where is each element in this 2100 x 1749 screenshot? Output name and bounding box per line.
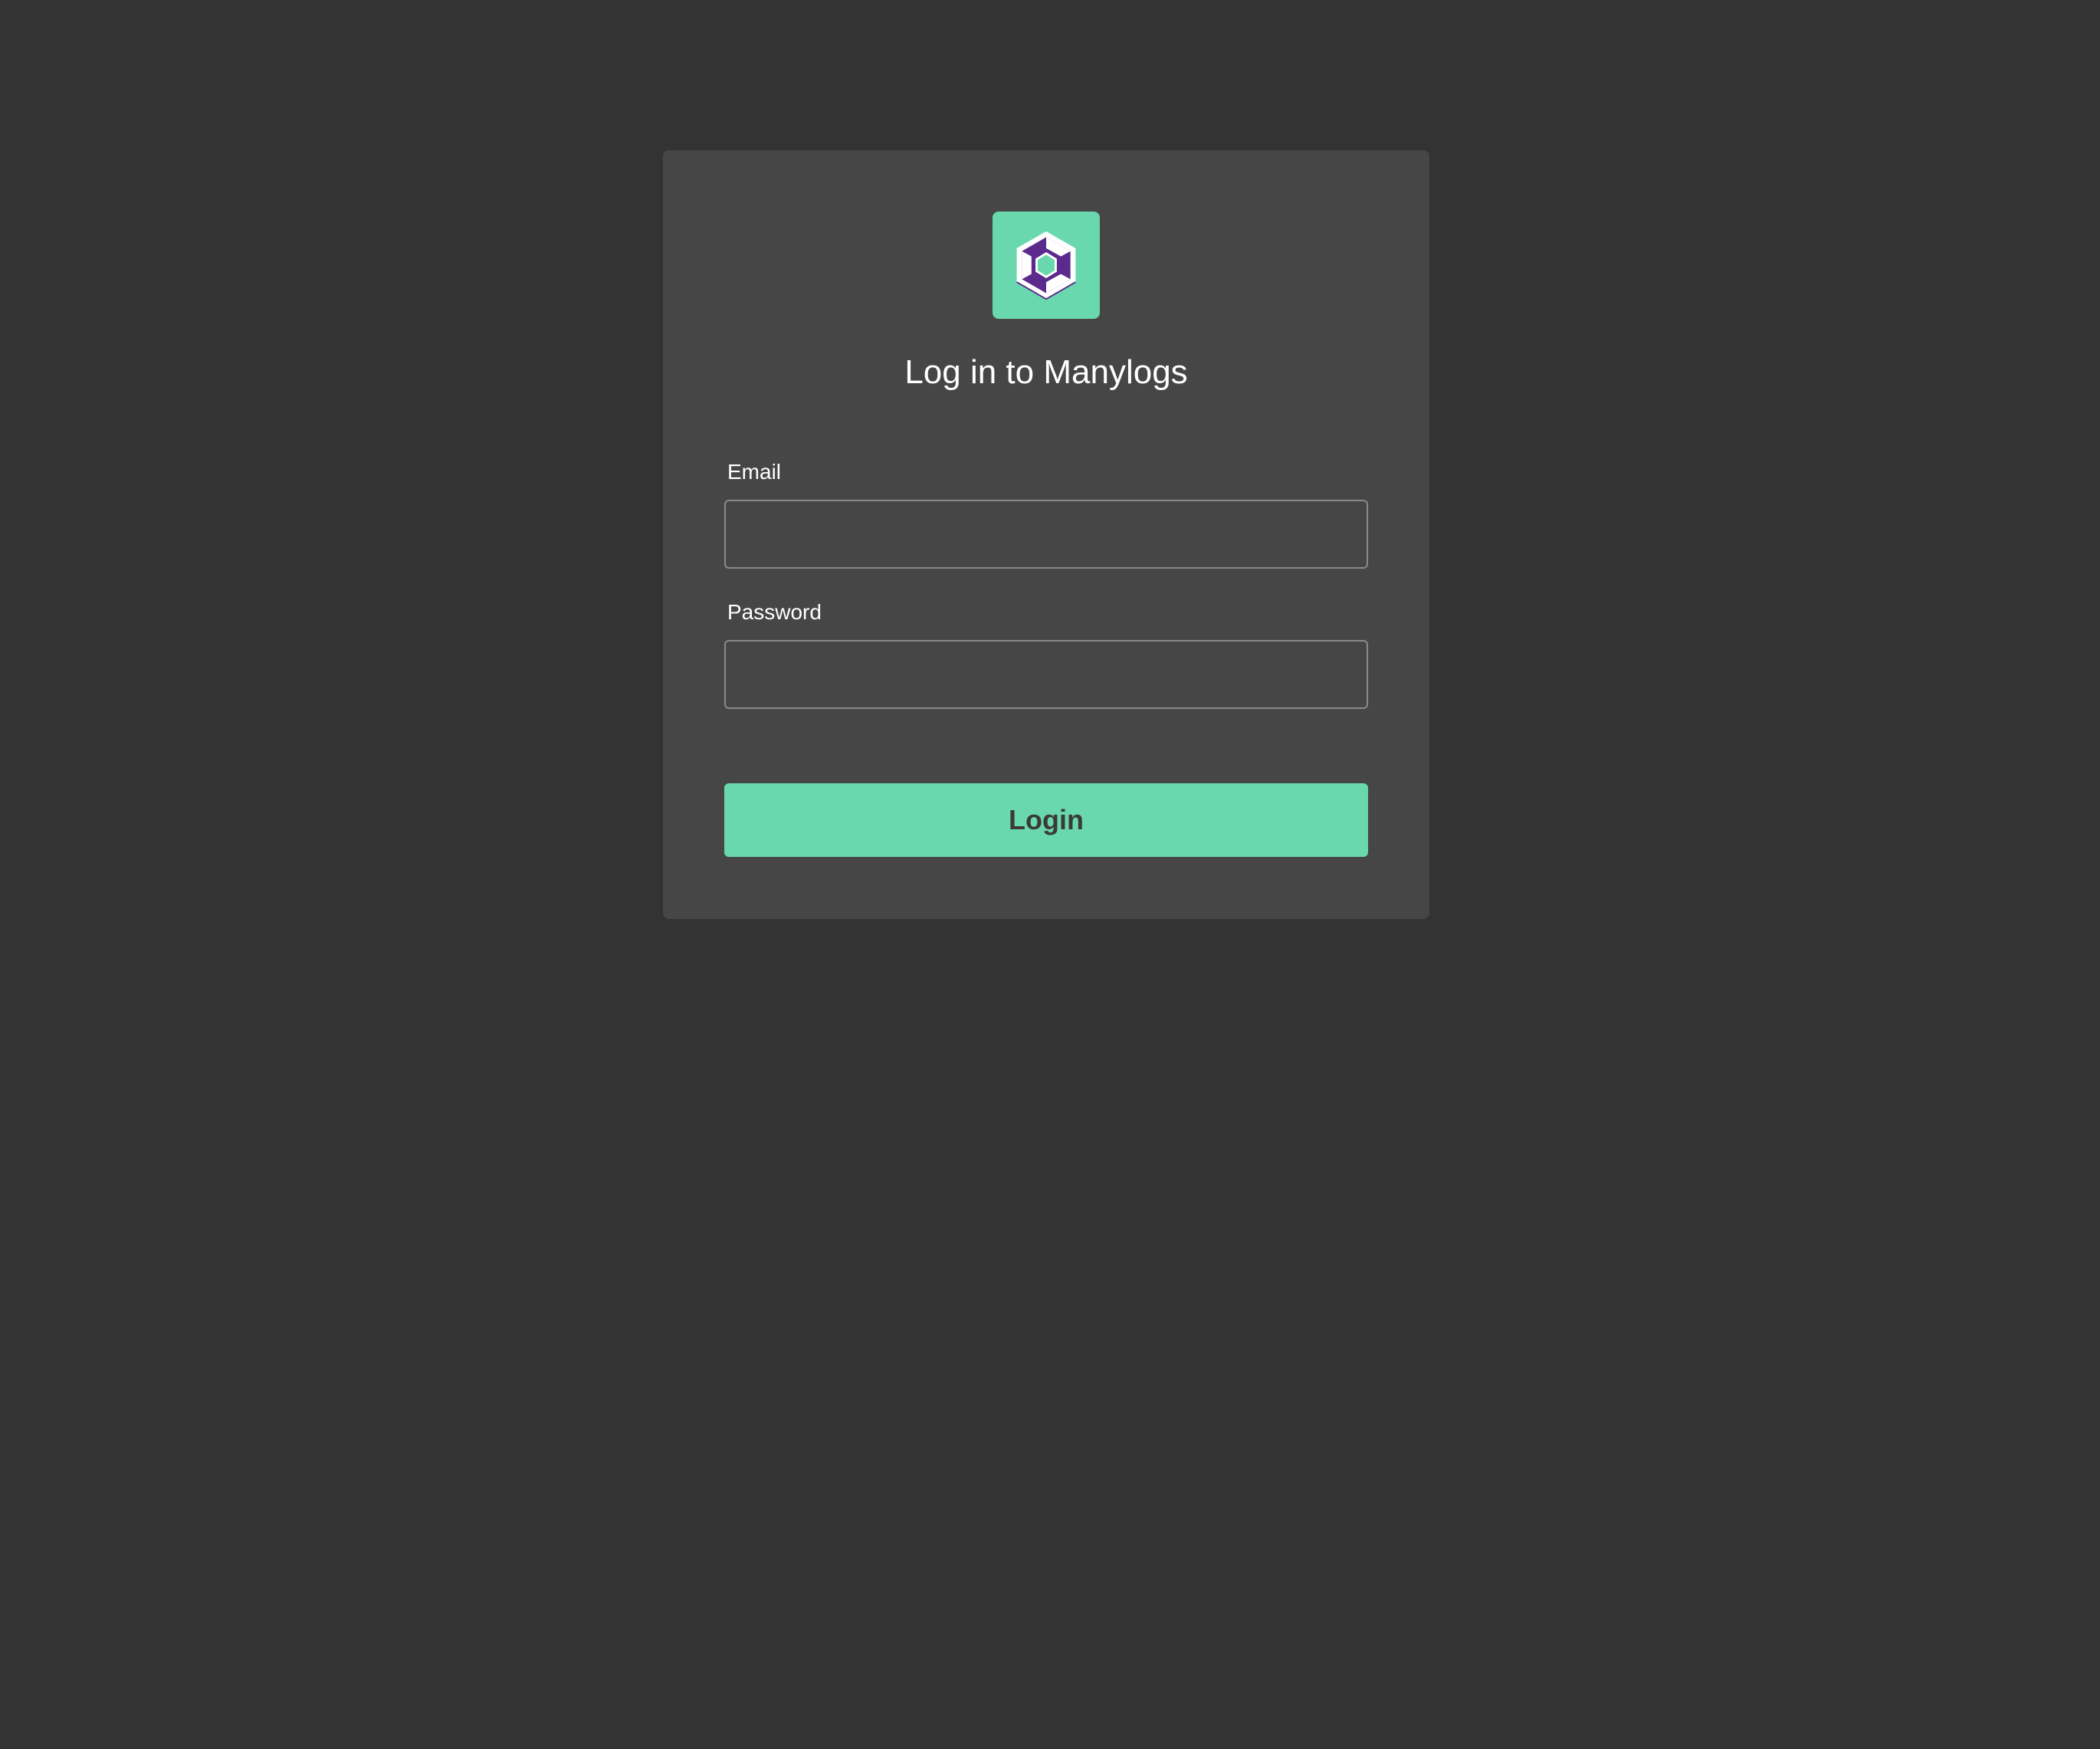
- login-button[interactable]: Login: [724, 783, 1368, 857]
- manylogs-logo: [993, 212, 1100, 319]
- manylogs-hexagon-logo-icon: [1016, 231, 1076, 300]
- login-card: Log in to Manylogs Email Password Login: [663, 150, 1429, 919]
- password-field[interactable]: [724, 640, 1368, 709]
- email-label: Email: [727, 460, 782, 484]
- password-label: Password: [727, 600, 822, 624]
- page-title: Log in to Manylogs: [904, 353, 1188, 391]
- email-field[interactable]: [724, 500, 1368, 569]
